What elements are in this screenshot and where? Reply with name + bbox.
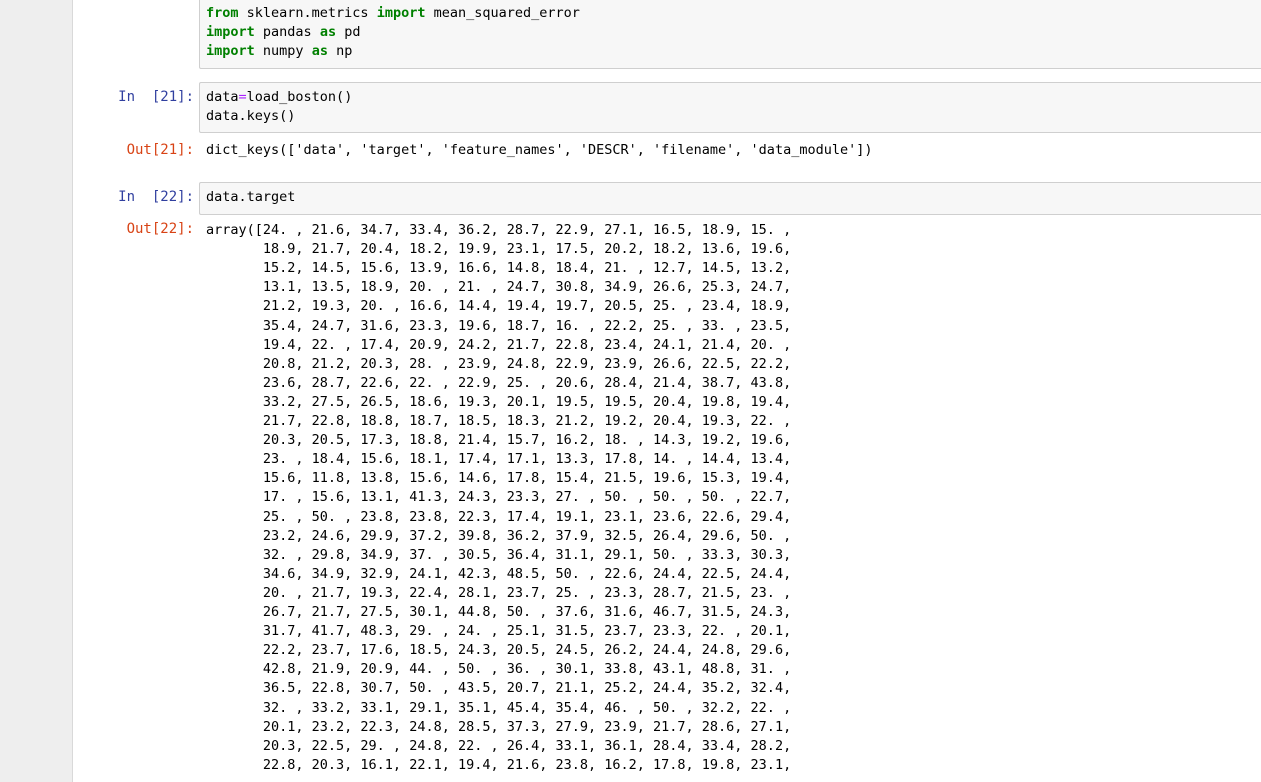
output-prompt-21: Out[21]: [126,142,194,158]
output-line: 32. , 29.8, 34.9, 37. , 30.5, 36.4, 31.1… [206,546,792,563]
output-line: array([24. , 21.6, 34.7, 33.4, 36.2, 28.… [206,222,792,238]
output-prompt-22: Out[22]: [126,221,194,237]
output-line: 36.5, 22.8, 30.7, 50. , 43.5, 20.7, 21.1… [206,680,792,697]
output-line: 31.7, 41.7, 48.3, 29. , 24. , 25.1, 31.5… [206,623,792,640]
code-line-keys: data.keys() [206,108,296,124]
output-line: 23. , 18.4, 15.6, 18.1, 17.4, 17.1, 13.3… [206,451,792,468]
imports-code-line: import numpy as np [206,42,352,61]
code-line-load-boston: data=load_boston() [206,89,353,105]
output-line: 20.8, 21.2, 20.3, 28. , 23.9, 24.8, 22.9… [206,355,792,372]
keyword-token: from [206,5,239,21]
input-prompt-22: In [22]: [118,189,194,205]
output-line: 42.8, 21.9, 20.9, 44. , 50. , 36. , 30.1… [206,661,792,678]
output-line: 19.4, 22. , 17.4, 20.9, 24.2, 21.7, 22.8… [206,336,792,353]
input-prompt-21: In [21]: [118,89,194,105]
output-line: 23.2, 24.6, 29.9, 37.2, 39.8, 36.2, 37.9… [206,527,792,544]
code-token: np [327,43,353,59]
output-21: dict_keys(['data', 'target', 'feature_na… [206,142,873,158]
keyword-token: import [206,24,255,40]
keyword-token: as [311,43,328,59]
output-line: 17. , 15.6, 13.1, 41.3, 24.3, 23.3, 27. … [206,489,792,506]
code-cell-21[interactable] [199,82,1261,133]
output-line: 34.6, 34.9, 32.9, 24.1, 42.3, 48.5, 50. … [206,565,792,582]
output-line: 18.9, 21.7, 20.4, 18.2, 19.9, 23.1, 17.5… [206,241,792,258]
output-line: 26.7, 21.7, 27.5, 30.1, 44.8, 50. , 37.6… [206,604,792,620]
output-line: 23.6, 28.7, 22.6, 22. , 22.9, 25. , 20.6… [206,374,792,391]
code-token: numpy [254,43,312,59]
code-line-target: data.target [206,189,296,205]
output-line: 32. , 33.2, 33.1, 29.1, 35.1, 45.4, 35.4… [206,699,792,716]
keyword-token: import [206,43,255,59]
output-line: 25. , 50. , 23.8, 23.8, 22.3, 17.4, 19.1… [206,508,792,525]
output-line: 21.2, 19.3, 20. , 16.6, 14.4, 19.4, 19.7… [206,298,792,315]
code-token: pandas [254,24,320,40]
code-token: mean_squared_error [425,5,580,21]
output-line: 15.2, 14.5, 15.6, 13.9, 16.6, 14.8, 18.4… [206,260,792,277]
output-line: 20.3, 22.5, 29. , 24.8, 22. , 26.4, 33.1… [206,737,792,754]
output-line: 13.1, 13.5, 18.9, 20. , 21. , 24.7, 30.8… [206,279,792,296]
imports-code-line: import pandas as pd [206,23,360,42]
output-line: 15.6, 11.8, 13.8, 15.6, 14.6, 17.8, 15.4… [206,470,792,487]
output-line: 22.2, 23.7, 17.6, 18.5, 24.3, 20.5, 24.5… [206,642,792,659]
code-token: pd [336,24,361,40]
output-line: 35.4, 24.7, 31.6, 23.3, 19.6, 18.7, 16. … [206,317,792,334]
imports-code-line: from sklearn.metrics import mean_squared… [206,4,580,23]
code-cell-22[interactable] [199,182,1261,215]
output-line: 22.8, 20.3, 16.1, 22.1, 19.4, 21.6, 23.8… [206,756,792,773]
keyword-token: import [376,5,426,21]
output-line: 20.3, 20.5, 17.3, 18.8, 21.4, 15.7, 16.2… [206,432,792,449]
output-line: 20. , 21.7, 19.3, 22.4, 28.1, 23.7, 25. … [206,584,792,601]
output-line: 20.1, 23.2, 22.3, 24.8, 28.5, 37.3, 27.9… [206,718,792,735]
code-token: sklearn.metrics [238,5,377,21]
keyword-token: as [319,24,337,40]
output-line: 33.2, 27.5, 26.5, 18.6, 19.3, 20.1, 19.5… [206,393,792,410]
output-line: 21.7, 22.8, 18.8, 18.7, 18.5, 18.3, 21.2… [206,413,792,429]
